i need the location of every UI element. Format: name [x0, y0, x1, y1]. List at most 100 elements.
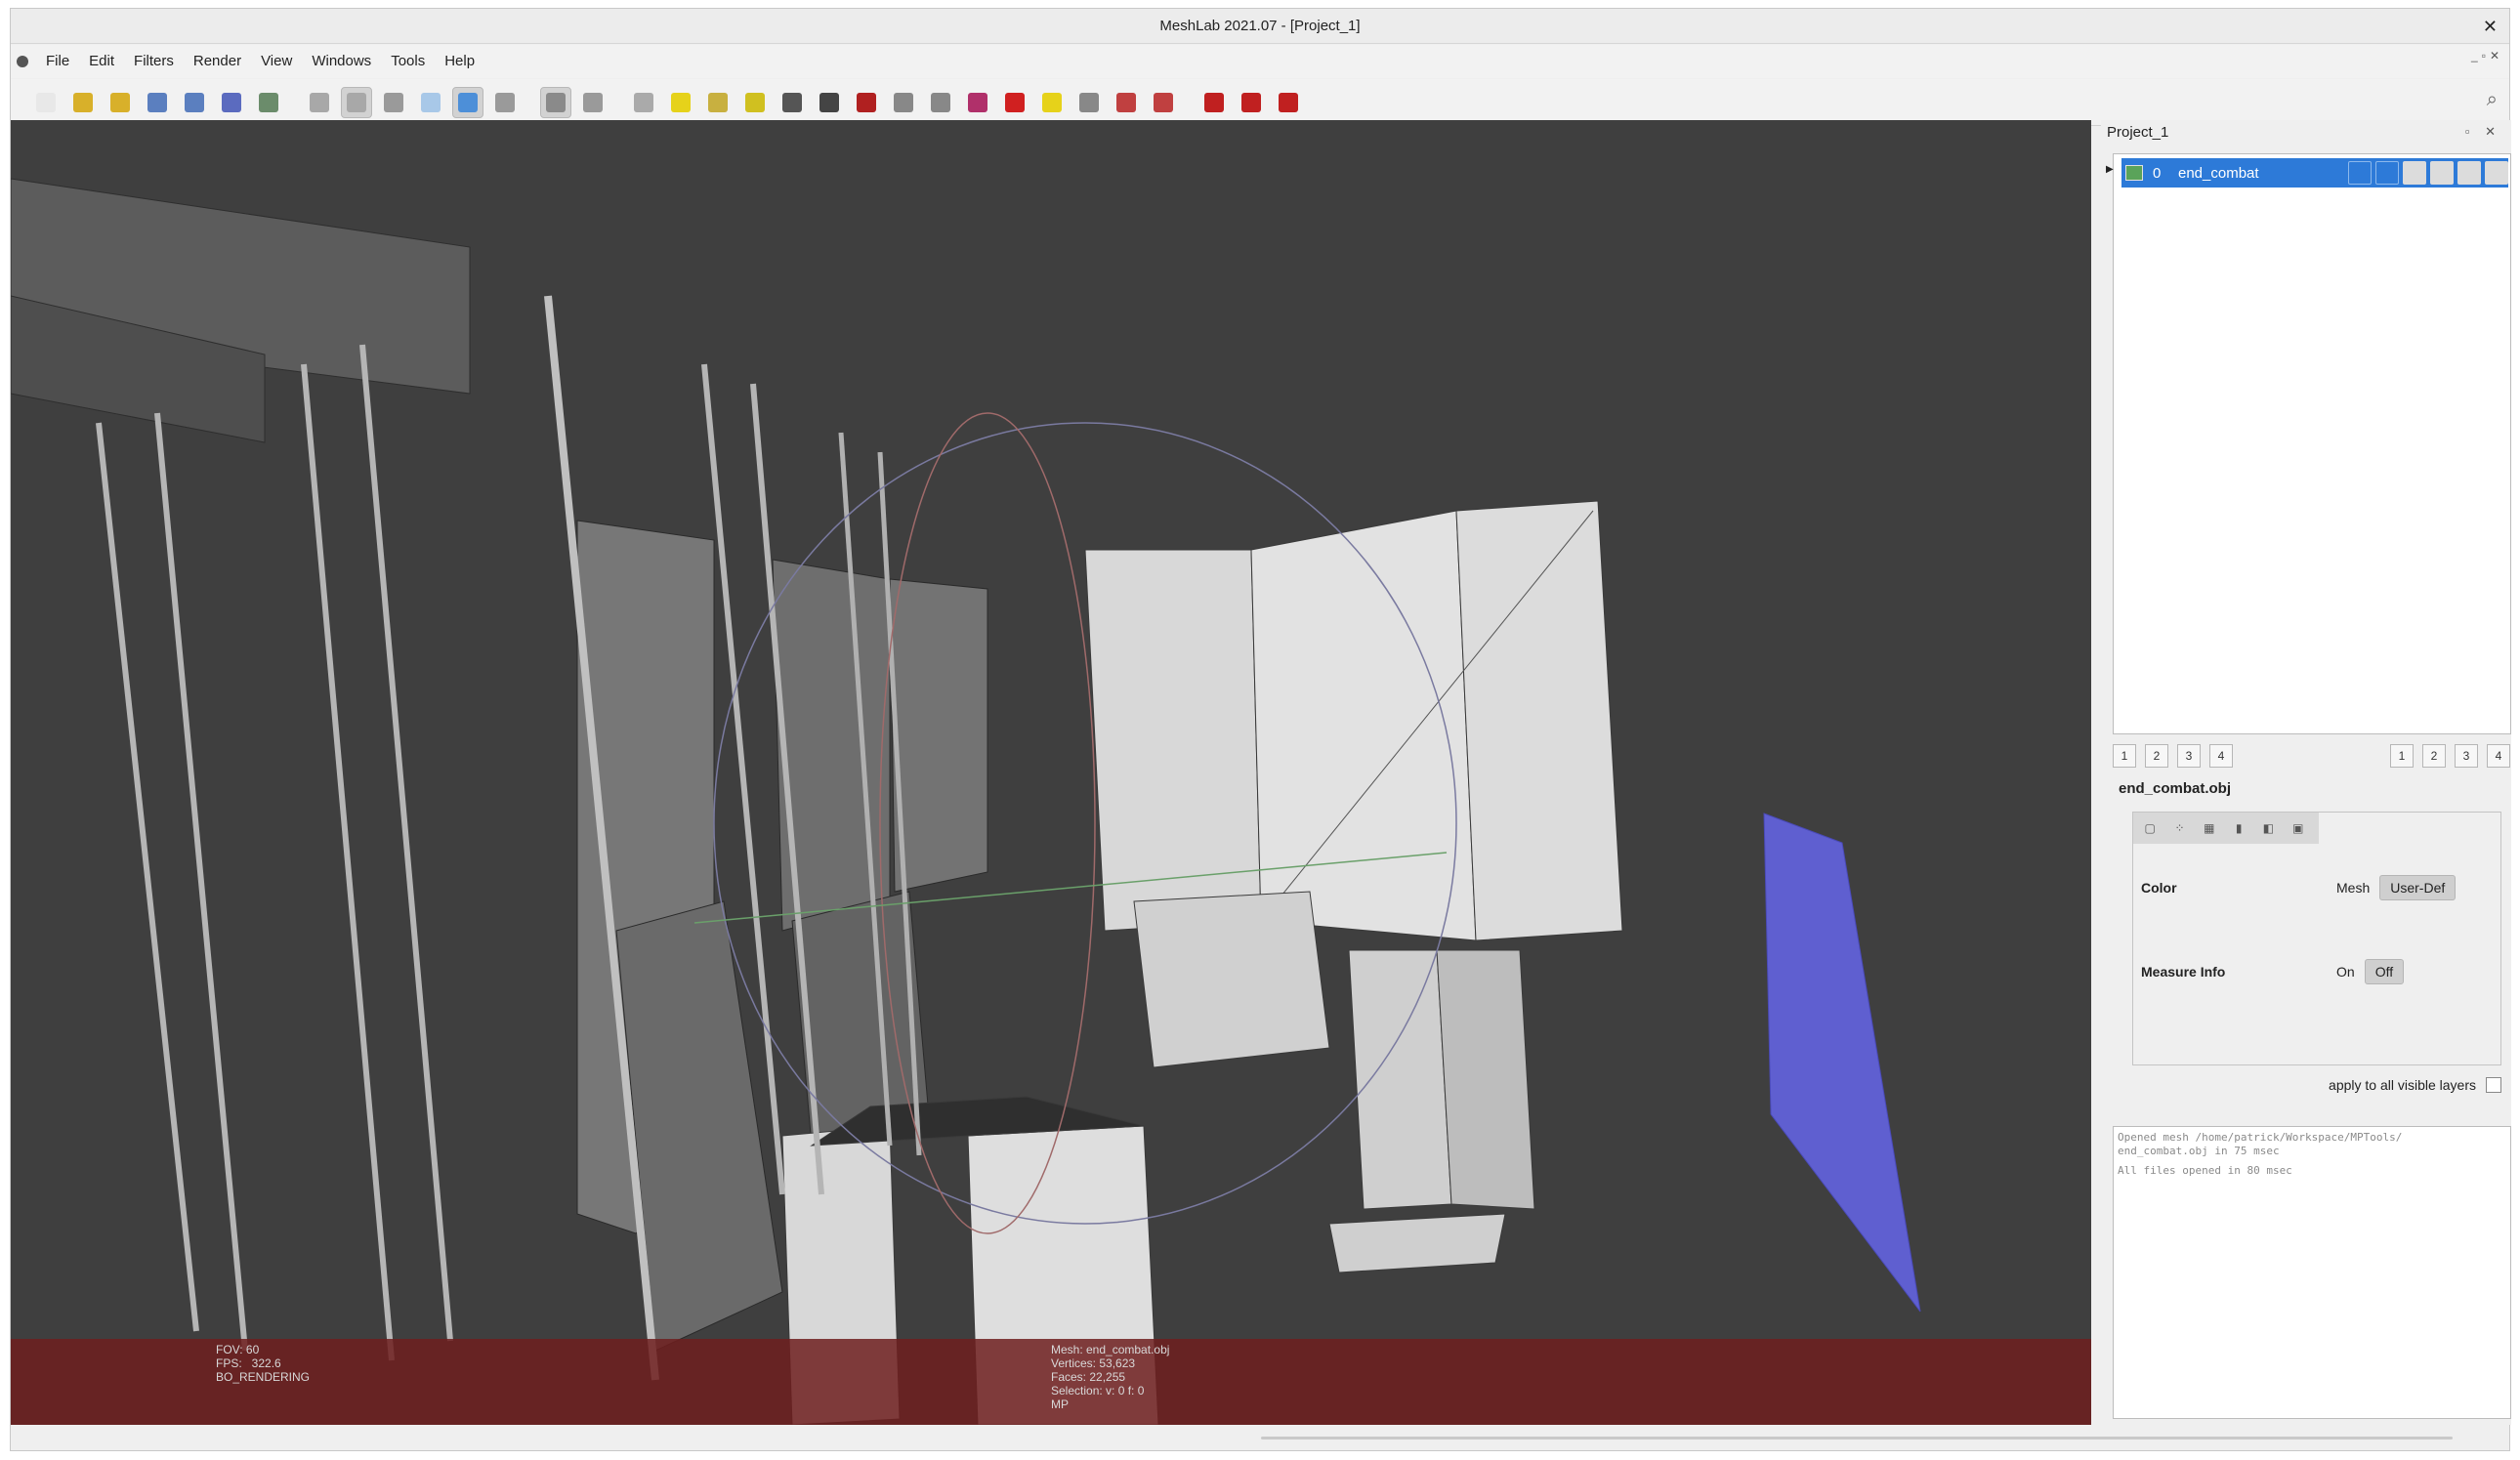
snapshot-icon[interactable]: [253, 87, 284, 118]
3d-viewport[interactable]: FOV: 60 FPS: 322.6 BO_RENDERING Mesh: en…: [11, 120, 2091, 1425]
measure-icon-glyph: [1005, 92, 1025, 112]
wireframe-icon[interactable]: [378, 87, 409, 118]
lighting-icon[interactable]: [540, 86, 571, 118]
view-button-4[interactable]: 4: [2209, 744, 2233, 768]
color-mesh-option[interactable]: Mesh: [2336, 880, 2370, 896]
flat-lines-icon[interactable]: [415, 87, 446, 118]
menu-file[interactable]: File: [36, 45, 79, 78]
menu-windows[interactable]: Windows: [302, 45, 381, 78]
delete-vertices-icon[interactable]: [1236, 87, 1267, 118]
smooth-icon[interactable]: [489, 87, 521, 118]
new-project-icon-glyph: [36, 92, 56, 112]
layer-extra-icon[interactable]: [2485, 161, 2508, 185]
layer-wire-icon[interactable]: [2403, 161, 2426, 185]
open-icon-glyph: [73, 92, 93, 112]
bbox-icon[interactable]: [304, 87, 335, 118]
info-icon-glyph: [1042, 92, 1062, 112]
align-icon[interactable]: [739, 87, 771, 118]
menu-render[interactable]: Render: [184, 45, 251, 78]
open-icon[interactable]: [67, 87, 99, 118]
layer-list[interactable]: ▶ 0 end_combat: [2106, 153, 2511, 734]
measure-on-option[interactable]: On: [2336, 964, 2355, 980]
measure-icon[interactable]: [999, 87, 1030, 118]
layer-points-icon[interactable]: [2375, 161, 2399, 185]
layer-texture-icon[interactable]: [2457, 161, 2481, 185]
mdi-window-controls[interactable]: _▫✕: [2471, 49, 2503, 63]
layer-name: end_combat: [2178, 164, 2259, 182]
bbox-tab-icon[interactable]: ▢: [2141, 818, 2159, 838]
select-faces-icon[interactable]: [888, 87, 919, 118]
delete-all-icon[interactable]: [1273, 87, 1304, 118]
view-button-2[interactable]: 2: [2145, 744, 2168, 768]
fill-tab-icon[interactable]: ▮: [2230, 818, 2247, 838]
view-button-1[interactable]: 1: [2113, 744, 2136, 768]
pick-icon[interactable]: [814, 87, 845, 118]
open-project-icon[interactable]: [105, 87, 136, 118]
reload-all-icon[interactable]: [179, 87, 210, 118]
lighting-icon-glyph: [546, 92, 566, 112]
select-polygon-icon[interactable]: [1148, 87, 1179, 118]
select-component-icon[interactable]: [962, 87, 993, 118]
layer-fill-icon[interactable]: [2430, 161, 2454, 185]
axis-icon[interactable]: [702, 87, 734, 118]
menu-filters[interactable]: Filters: [124, 45, 184, 78]
trackball-icon-glyph: [634, 92, 653, 112]
panel-window-buttons[interactable]: ▫ ✕: [2465, 124, 2501, 140]
menu-bar: File Edit Filters Render View Windows To…: [11, 45, 2509, 78]
layer-bbox-icon[interactable]: [2348, 161, 2372, 185]
paint-icon-glyph: [782, 92, 802, 112]
delete-faces-icon[interactable]: [1198, 87, 1230, 118]
log-line: All files opened in 80 msec: [2118, 1164, 2292, 1177]
paint-icon[interactable]: [777, 87, 808, 118]
manip-icon[interactable]: [1073, 87, 1105, 118]
visibility-icon[interactable]: [2125, 165, 2143, 181]
doublesided-icon[interactable]: [577, 87, 609, 118]
mesh-file-label: end_combat.obj: [2119, 780, 2232, 797]
select-region-icon[interactable]: [1111, 87, 1142, 118]
extra-tab-icon[interactable]: ▣: [2289, 818, 2307, 838]
menu-tools[interactable]: Tools: [381, 45, 435, 78]
texture-tab-icon[interactable]: ◧: [2259, 818, 2277, 838]
select-vertices-icon[interactable]: [925, 87, 956, 118]
trackball-icon[interactable]: [628, 87, 659, 118]
flat-icon[interactable]: [452, 86, 483, 118]
smooth-icon-glyph: [495, 92, 515, 112]
reload-icon[interactable]: [142, 87, 173, 118]
menu-help[interactable]: Help: [435, 45, 484, 78]
horizontal-scrollbar[interactable]: [1261, 1437, 2453, 1439]
apply-all-checkbox[interactable]: [2486, 1077, 2501, 1093]
layer-row-end-combat[interactable]: 0 end_combat: [2121, 158, 2508, 188]
texture-icon[interactable]: [851, 87, 882, 118]
view-button-r4[interactable]: 4: [2487, 744, 2510, 768]
color-userdef-button[interactable]: User-Def: [2379, 875, 2457, 900]
search-icon[interactable]: ⌕: [2487, 89, 2498, 111]
view-buttons-left: 1 2 3 4: [2113, 744, 2242, 768]
measure-off-button[interactable]: Off: [2364, 959, 2405, 984]
mesh-stats: Mesh: end_combat.obj Vertices: 53,623 Fa…: [1051, 1343, 1170, 1411]
annotation-icon[interactable]: [665, 87, 696, 118]
wire-tab-icon[interactable]: ▦: [2201, 818, 2218, 838]
apply-all-label: apply to all visible layers: [2329, 1077, 2476, 1093]
info-icon[interactable]: [1036, 87, 1068, 118]
menu-edit[interactable]: Edit: [79, 45, 124, 78]
window-close-button[interactable]: ✕: [2483, 9, 2498, 44]
save-icon[interactable]: [216, 87, 247, 118]
app-icon: [17, 56, 28, 67]
layer-index: 0: [2153, 164, 2162, 182]
manip-icon-glyph: [1079, 92, 1099, 112]
select-faces-icon-glyph: [894, 92, 913, 112]
log-window[interactable]: Opened mesh /home/patrick/Workspace/MPTo…: [2113, 1126, 2511, 1419]
points-icon[interactable]: [341, 86, 372, 118]
view-button-r2[interactable]: 2: [2422, 744, 2446, 768]
points-tab-icon[interactable]: ⁘: [2170, 818, 2188, 838]
doublesided-icon-glyph: [583, 92, 603, 112]
save-icon-glyph: [222, 92, 241, 112]
expand-arrow-icon[interactable]: ▶: [2106, 164, 2114, 175]
menu-view[interactable]: View: [251, 45, 302, 78]
view-button-r3[interactable]: 3: [2455, 744, 2478, 768]
select-component-icon-glyph: [968, 92, 987, 112]
view-button-r1[interactable]: 1: [2390, 744, 2414, 768]
view-button-3[interactable]: 3: [2177, 744, 2201, 768]
pick-icon-glyph: [819, 92, 839, 112]
new-project-icon[interactable]: [30, 87, 62, 118]
